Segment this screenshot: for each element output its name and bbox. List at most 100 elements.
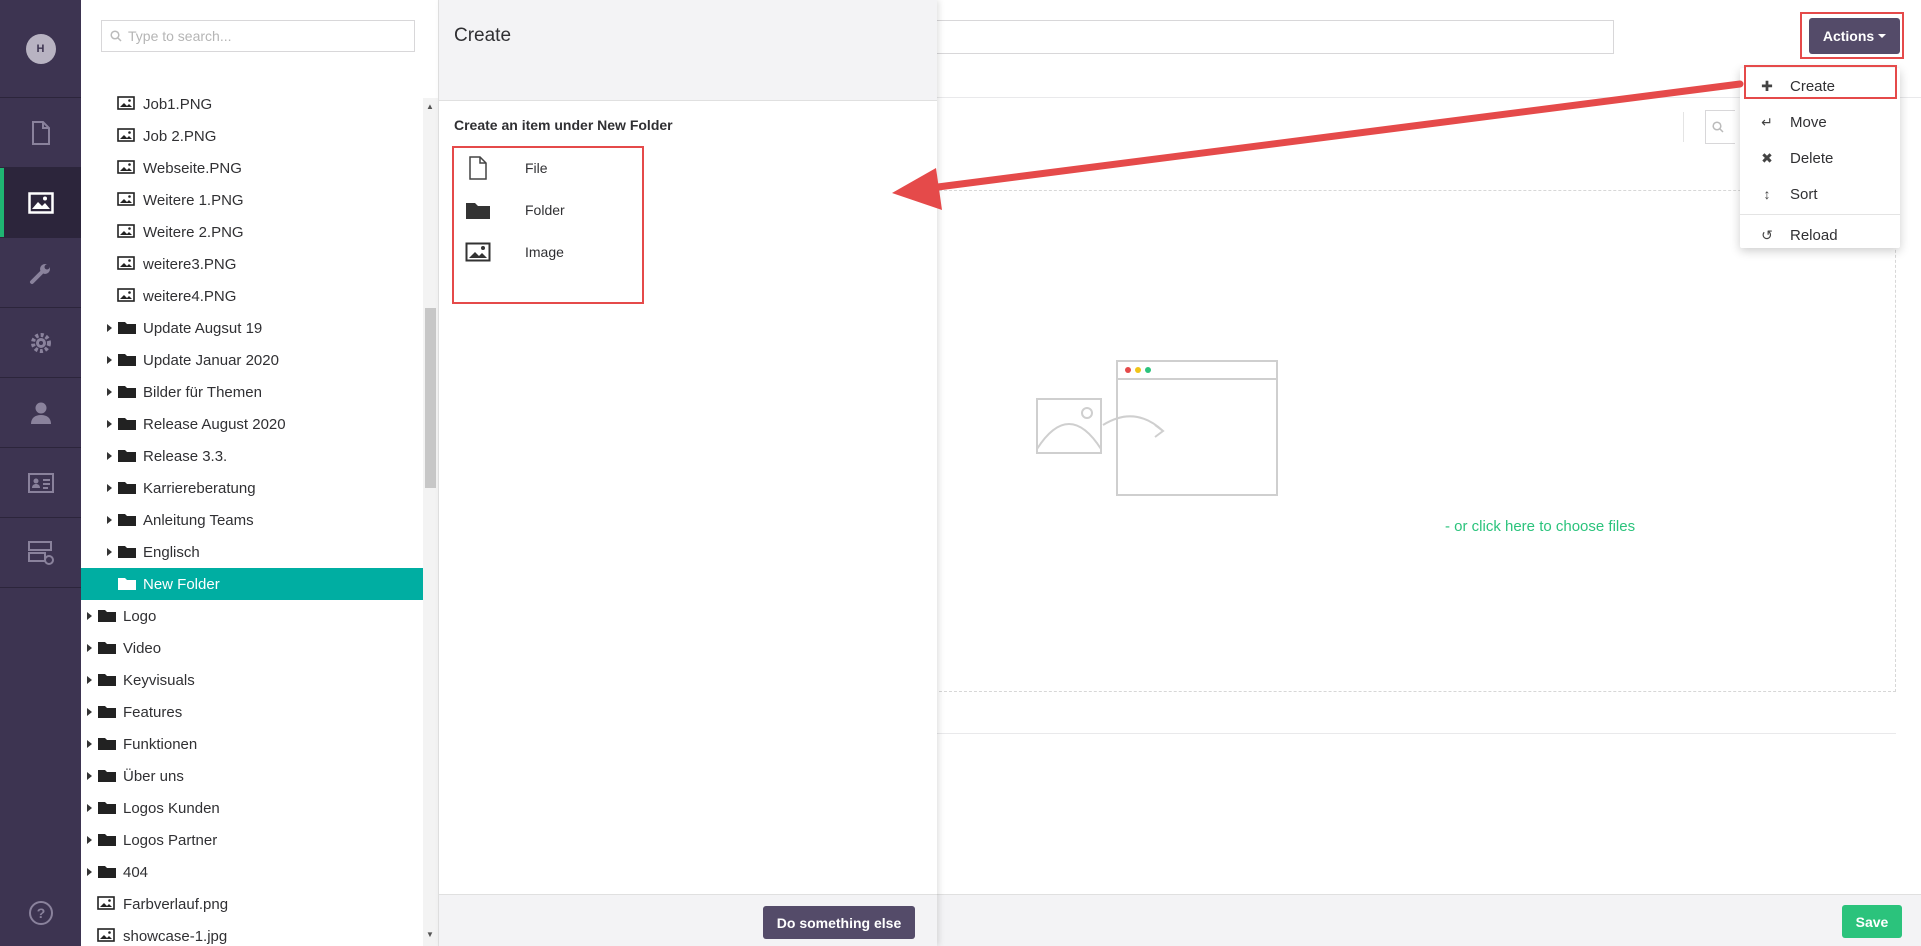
tree-node[interactable]: Features (81, 696, 423, 728)
tree-node[interactable]: Update Augsut 19 (81, 312, 423, 344)
tree-node[interactable]: Logo (81, 600, 423, 632)
menu-item-reload[interactable]: ↺ Reload (1740, 217, 1900, 253)
expand-caret-icon[interactable] (107, 324, 112, 332)
tree-node[interactable]: Release 3.3. (81, 440, 423, 472)
folder-icon (97, 832, 117, 847)
save-button[interactable]: Save (1842, 905, 1902, 938)
folder-icon (117, 448, 137, 463)
tree-node[interactable]: showcase-1.jpg (81, 920, 423, 946)
scroll-down-arrow-icon[interactable]: ▼ (426, 930, 434, 939)
expand-caret-icon[interactable] (87, 772, 92, 780)
tree-node-label: Funktionen (123, 735, 198, 753)
section-media[interactable] (0, 168, 81, 238)
list-search-input[interactable] (1705, 110, 1735, 144)
section-developer[interactable] (0, 308, 81, 378)
expand-caret-icon[interactable] (107, 356, 112, 364)
tree-node-label: Weitere 1.PNG (143, 191, 244, 209)
help-icon: ? (28, 901, 53, 925)
expand-caret-icon[interactable] (107, 548, 112, 556)
tree-node[interactable]: weitere4.PNG (81, 280, 423, 312)
menu-item-sort[interactable]: ↕ Sort (1740, 176, 1900, 212)
upload-illustration-icon (1036, 360, 1278, 496)
tree-node[interactable]: Farbverlauf.png (81, 888, 423, 920)
folder-icon (117, 512, 137, 527)
section-settings[interactable] (0, 238, 81, 308)
tree-node[interactable]: Anleitung Teams (81, 504, 423, 536)
tree-node[interactable]: Job1.PNG (81, 88, 423, 120)
tree-node-label: Logo (123, 607, 157, 625)
expand-caret-icon[interactable] (87, 644, 92, 652)
tree-node-label: showcase-1.jpg (123, 927, 228, 945)
move-icon: ↵ (1761, 113, 1773, 130)
tree-node-label: Job1.PNG (143, 95, 213, 113)
tree-scrollbar[interactable] (423, 98, 438, 946)
avatar[interactable]: H (25, 33, 56, 64)
section-forms[interactable] (0, 518, 81, 588)
choose-files-link[interactable]: - or click here to choose files (1445, 518, 1635, 535)
tree-node-label: Weitere 2.PNG (143, 223, 244, 241)
expand-caret-icon[interactable] (107, 516, 112, 524)
tree-node-label: Keyvisuals (123, 671, 195, 689)
scroll-up-arrow-icon[interactable]: ▲ (426, 102, 434, 111)
menu-item-label: Move (1790, 113, 1827, 131)
tree-node[interactable]: Karriereberatung (81, 472, 423, 504)
expand-caret-icon[interactable] (87, 804, 92, 812)
tree-node[interactable]: weitere3.PNG (81, 248, 423, 280)
media-name-input[interactable] (934, 20, 1614, 54)
image-file-icon (117, 192, 135, 206)
image-file-icon (97, 896, 115, 910)
tree-node[interactable]: Weitere 2.PNG (81, 216, 423, 248)
search-icon (110, 30, 122, 42)
tree-scrollbar-thumb[interactable] (425, 308, 436, 488)
folder-icon (97, 736, 117, 751)
tree-search-input[interactable]: Type to search... (101, 20, 415, 52)
tree-node-label: Release August 2020 (143, 415, 286, 433)
tree-node[interactable]: Keyvisuals (81, 664, 423, 696)
tree-node[interactable]: Englisch (81, 536, 423, 568)
section-content[interactable] (0, 98, 81, 168)
menu-item-label: Delete (1790, 149, 1834, 167)
tree-node[interactable]: Bilder für Themen (81, 376, 423, 408)
expand-caret-icon[interactable] (87, 836, 92, 844)
upload-dropzone[interactable] (934, 190, 1896, 692)
folder-icon (117, 416, 137, 431)
help-button[interactable]: ? (0, 900, 81, 926)
tree-node[interactable]: Webseite.PNG (81, 152, 423, 184)
folder-icon (117, 384, 137, 399)
expand-caret-icon[interactable] (87, 676, 92, 684)
expand-caret-icon[interactable] (107, 484, 112, 492)
tree-node[interactable]: 404 (81, 856, 423, 888)
tree-node[interactable]: Logos Partner (81, 824, 423, 856)
folder-icon (97, 640, 117, 655)
document-icon (31, 120, 50, 145)
image-file-icon (97, 928, 115, 942)
expand-caret-icon[interactable] (87, 708, 92, 716)
tree-node[interactable]: Job 2.PNG (81, 120, 423, 152)
section-users[interactable] (0, 378, 81, 448)
expand-caret-icon[interactable] (87, 868, 92, 876)
expand-caret-icon[interactable] (87, 740, 92, 748)
expand-caret-icon[interactable] (87, 612, 92, 620)
tree-node[interactable]: Über uns (81, 760, 423, 792)
menu-item-move[interactable]: ↵ Move (1740, 104, 1900, 140)
tree-node[interactable]: Logos Kunden (81, 792, 423, 824)
dialog-title: Create (454, 25, 512, 46)
expand-caret-icon[interactable] (107, 420, 112, 428)
user-icon (30, 402, 51, 424)
do-something-else-button[interactable]: Do something else (763, 906, 915, 939)
tree-node[interactable]: Funktionen (81, 728, 423, 760)
tree-node[interactable]: Update Januar 2020 (81, 344, 423, 376)
tree-node[interactable]: Weitere 1.PNG (81, 184, 423, 216)
folder-icon (97, 800, 117, 815)
expand-caret-icon[interactable] (107, 388, 112, 396)
tree-node[interactable]: Release August 2020 (81, 408, 423, 440)
section-members[interactable] (0, 448, 81, 518)
folder-icon (97, 672, 117, 687)
expand-caret-icon[interactable] (107, 452, 112, 460)
menu-item-delete[interactable]: ✖ Delete (1740, 140, 1900, 176)
tree-node-label: Über uns (123, 767, 184, 785)
delete-icon: ✖ (1761, 149, 1773, 166)
tree-node[interactable]: New Folder (81, 568, 423, 600)
menu-item-label: Reload (1790, 226, 1838, 244)
tree-node[interactable]: Video (81, 632, 423, 664)
